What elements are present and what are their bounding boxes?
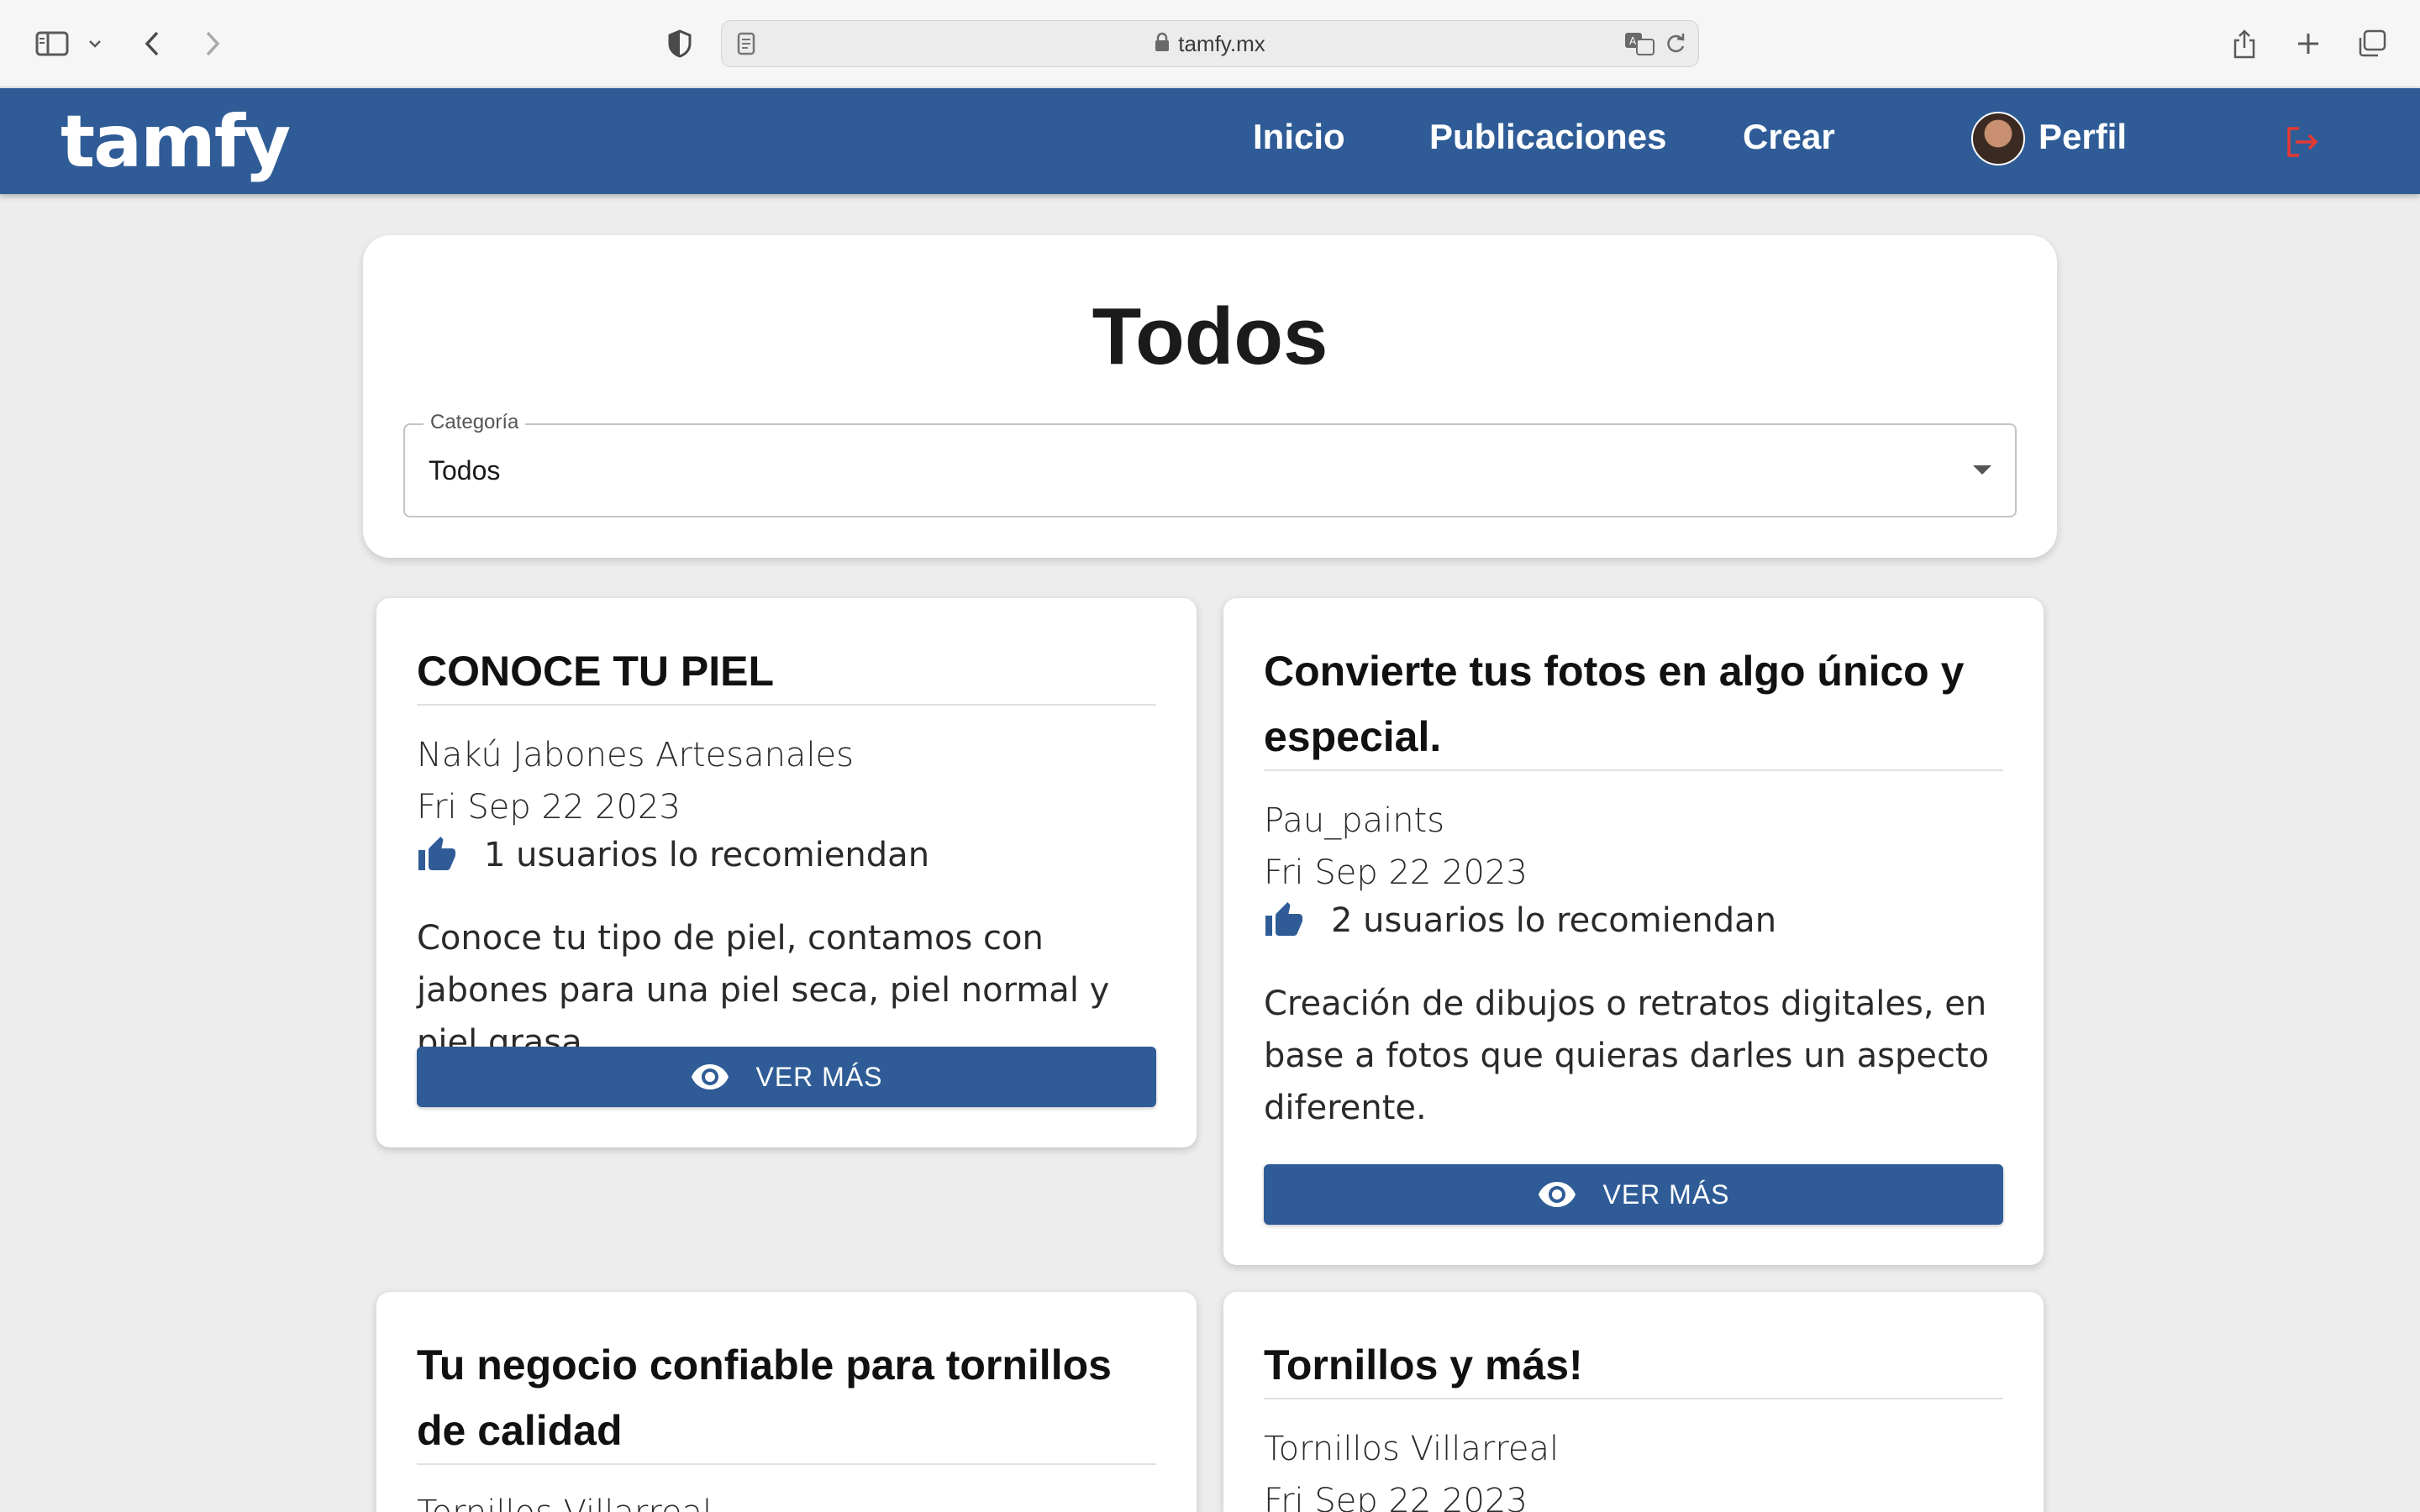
translate-icon[interactable]: A xyxy=(1624,32,1656,60)
recommend-count: 2 usuarios lo recomiendan xyxy=(1331,901,1777,940)
logout-icon[interactable] xyxy=(2284,125,2321,163)
post-date: Fri Sep 22 2023 xyxy=(1264,1482,1528,1512)
page-icon xyxy=(737,32,755,60)
back-icon[interactable] xyxy=(139,20,165,67)
avatar[interactable] xyxy=(1971,112,2025,165)
view-more-button[interactable]: VER MÁS xyxy=(1264,1164,2003,1225)
address-bar[interactable]: tamfy.mx A xyxy=(721,20,1699,67)
post-card: Tu negocio confiable para tornillos de c… xyxy=(376,1292,1197,1512)
divider xyxy=(1264,769,2003,771)
post-date: Fri Sep 22 2023 xyxy=(417,788,681,827)
forward-icon[interactable] xyxy=(200,20,225,67)
browser-toolbar: tamfy.mx A xyxy=(0,0,2420,87)
site-logo[interactable]: tamfy xyxy=(60,100,291,184)
view-more-label: VER MÁS xyxy=(755,1061,883,1092)
lock-icon xyxy=(1155,32,1170,56)
dropdown-arrow-icon[interactable] xyxy=(1973,465,1991,475)
tab-overview-icon[interactable] xyxy=(2356,20,2388,67)
category-select-value: Todos xyxy=(429,455,501,486)
category-header-card: Todos Categoría Todos xyxy=(363,235,2057,558)
category-select-label: Categoría xyxy=(424,411,526,434)
sidebar-toggle-icon[interactable] xyxy=(34,20,71,67)
nav-inicio[interactable]: Inicio xyxy=(1253,117,1345,157)
post-author: Tornillos Villarreal xyxy=(1264,1430,1560,1468)
nav-crear[interactable]: Crear xyxy=(1743,117,1835,157)
post-title: Tu negocio confiable para tornillos de c… xyxy=(417,1341,1112,1454)
recommendations: 2 usuarios lo recomiendan xyxy=(1264,900,1776,941)
nav-perfil[interactable]: Perfil xyxy=(2039,117,2127,157)
share-icon[interactable] xyxy=(2230,20,2259,67)
eye-icon xyxy=(1539,1182,1576,1207)
divider xyxy=(417,704,1156,706)
reload-icon[interactable] xyxy=(1665,32,1686,60)
post-card: CONOCE TU PIEL Nakú Jabones Artesanales … xyxy=(376,598,1197,1147)
divider xyxy=(417,1463,1156,1465)
new-tab-icon[interactable] xyxy=(2294,20,2323,67)
post-date: Fri Sep 22 2023 xyxy=(1264,853,1528,892)
post-title: CONOCE TU PIEL xyxy=(417,648,775,695)
post-description: Creación de dibujos o retratos digitales… xyxy=(1264,984,1990,1127)
post-card: Tornillos y más! Tornillos Villarreal Fr… xyxy=(1223,1292,2044,1512)
view-more-button[interactable]: VER MÁS xyxy=(417,1047,1156,1107)
view-more-label: VER MÁS xyxy=(1602,1179,1730,1210)
chevron-down-icon[interactable] xyxy=(84,20,106,67)
url-text: tamfy.mx xyxy=(1178,30,1265,56)
site-navbar: tamfy Inicio Publicaciones Crear Perfil xyxy=(0,88,2420,194)
privacy-shield-icon[interactable] xyxy=(666,20,694,67)
post-title: Tornillos y más! xyxy=(1264,1341,1583,1389)
post-author: Pau_paints xyxy=(1264,801,1445,840)
category-select[interactable]: Categoría Todos xyxy=(403,411,2017,517)
recommendations: 1 usuarios lo recomiendan xyxy=(417,835,929,875)
eye-icon xyxy=(692,1064,729,1089)
post-author: Nakú Jabones Artesanales xyxy=(417,736,854,774)
post-author: Tornillos Villarreal xyxy=(417,1494,712,1512)
nav-publicaciones[interactable]: Publicaciones xyxy=(1429,117,1666,157)
recommend-count: 1 usuarios lo recomiendan xyxy=(484,836,930,874)
post-card: Convierte tus fotos en algo único y espe… xyxy=(1223,598,2044,1265)
thumbs-up-icon xyxy=(418,837,455,870)
svg-text:A: A xyxy=(1629,35,1637,47)
divider xyxy=(1264,1398,2003,1399)
thumbs-up-icon xyxy=(1265,902,1302,936)
page-title: Todos xyxy=(1092,291,1328,381)
post-description: Conoce tu tipo de piel, contamos con jab… xyxy=(417,919,1110,1062)
post-title: Convierte tus fotos en algo único y espe… xyxy=(1264,648,1965,760)
